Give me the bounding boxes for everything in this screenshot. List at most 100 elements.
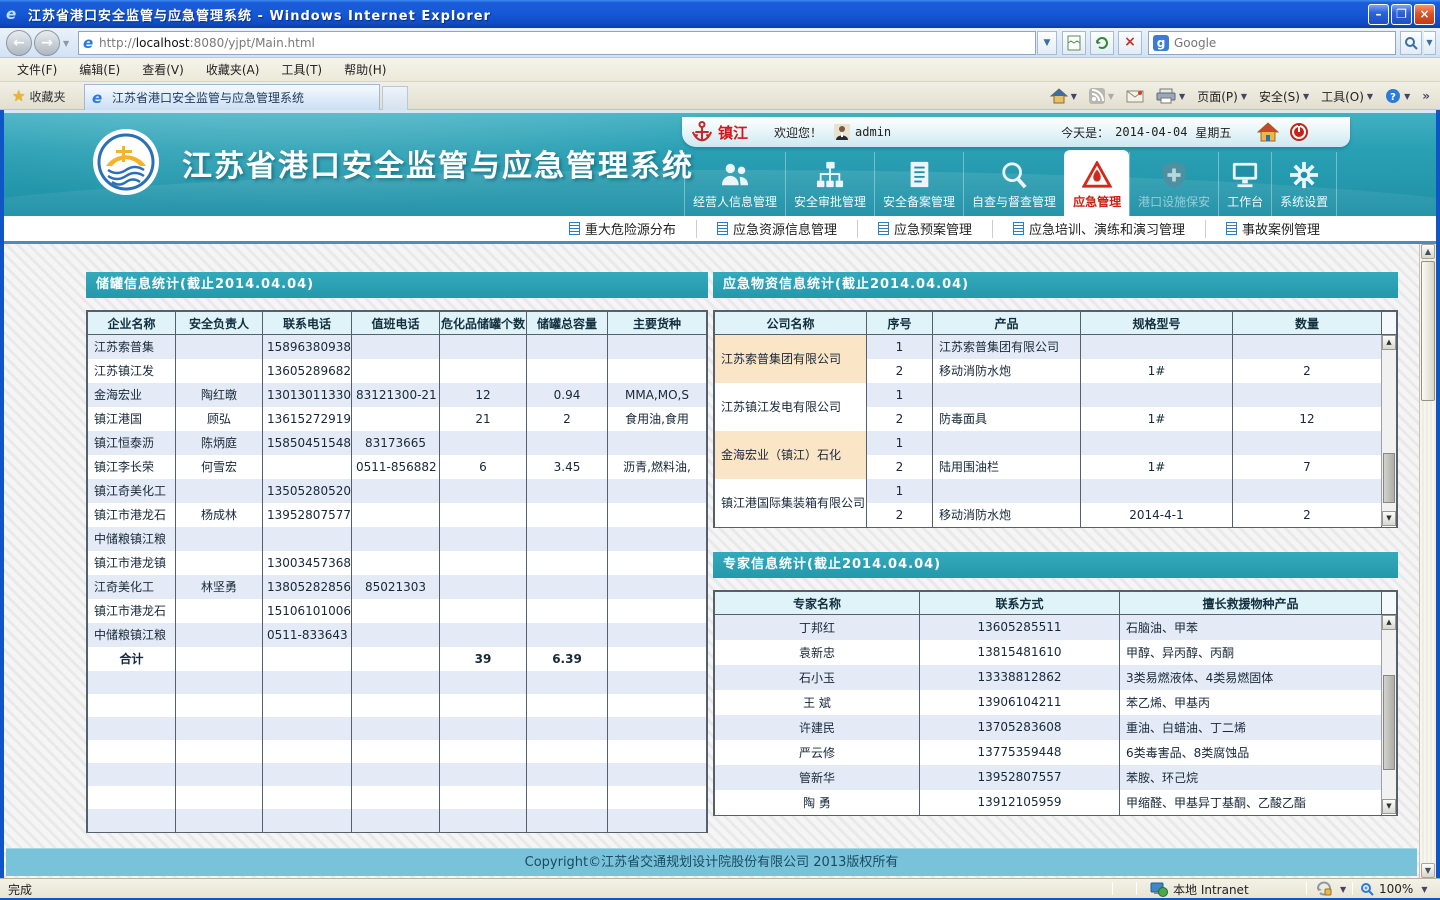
empty-row — [88, 717, 707, 740]
cell — [608, 503, 707, 527]
home-dropdown[interactable]: ▼ — [1071, 92, 1077, 101]
experts-scrollbar[interactable]: ▲ ▼ — [1381, 615, 1396, 814]
address-input[interactable]: e http://localhost:8080/yjpt/Main.html — [78, 31, 1036, 55]
scroll-down-button[interactable]: ▼ — [1382, 799, 1396, 814]
nav-system-settings[interactable]: 系统设置 — [1271, 152, 1337, 216]
recent-pages-dropdown[interactable]: ▼ — [63, 39, 69, 48]
spec-cell — [1081, 479, 1233, 503]
cell — [608, 694, 707, 717]
scroll-thumb[interactable] — [1421, 261, 1435, 401]
favorites-button[interactable]: ★ 收藏夹 — [6, 85, 71, 107]
cell — [352, 407, 440, 431]
subnav-accident-cases[interactable]: 事故案例管理 — [1205, 220, 1340, 238]
subnav-emergency-plans[interactable]: 应急预案管理 — [857, 220, 992, 238]
home-button[interactable]: ▼ — [1046, 86, 1081, 106]
compatibility-view-button[interactable] — [1062, 31, 1086, 55]
search-box[interactable]: g — [1148, 31, 1396, 55]
col-header: 值班电话 — [352, 312, 440, 335]
tools-menu[interactable]: 工具(O)▼ — [1317, 86, 1377, 107]
protected-mode-icon — [1316, 881, 1332, 897]
stop-button[interactable]: × — [1118, 31, 1142, 55]
safety-menu[interactable]: 安全(S)▼ — [1255, 86, 1313, 107]
tank-row: 镇江李长荣何雪宏0511-85688263.45沥青,燃料油, — [88, 455, 707, 479]
subnav-hazard-distribution[interactable]: 重大危险源分布 — [549, 220, 696, 238]
feeds-button[interactable]: ▼ — [1085, 86, 1118, 106]
nav-port-facility-security[interactable]: 港口设施保安 — [1129, 152, 1218, 216]
help-dropdown[interactable]: ▼ — [1404, 92, 1410, 101]
nav-operator-info[interactable]: 经营人信息管理 — [684, 152, 785, 216]
back-button[interactable]: ← — [6, 30, 32, 56]
page-scrollbar[interactable]: ▲ ▼ — [1419, 244, 1436, 878]
supplies-scrollbar[interactable]: ▲ ▼ — [1381, 335, 1396, 526]
menu-favorites[interactable]: 收藏夹(A) — [195, 58, 271, 81]
zoom-control[interactable]: 100% ▼ — [1360, 879, 1427, 899]
cell: 13605289682 — [263, 359, 352, 383]
expert-row: 严云修137753594486类毒害品、8类腐蚀品 — [715, 740, 1397, 765]
cell — [176, 623, 263, 647]
scroll-down-button[interactable]: ▼ — [1421, 863, 1435, 878]
scroll-up-button[interactable]: ▲ — [1421, 244, 1435, 259]
protected-mode-button[interactable]: ▼ — [1316, 879, 1346, 899]
print-button[interactable]: ▼ — [1152, 86, 1189, 106]
close-button[interactable]: × — [1414, 4, 1435, 25]
magnifier-icon — [999, 161, 1029, 189]
scroll-thumb[interactable] — [1383, 453, 1395, 503]
menu-help[interactable]: 帮助(H) — [333, 58, 397, 81]
tab-favicon-icon: e — [92, 90, 108, 106]
qty-cell: 2 — [1233, 503, 1382, 527]
subnav-training-drills[interactable]: 应急培训、演练和演习管理 — [992, 220, 1205, 238]
scroll-up-button[interactable]: ▲ — [1382, 615, 1396, 630]
search-options-dropdown[interactable]: ▼ — [1424, 31, 1436, 55]
print-dropdown[interactable]: ▼ — [1179, 92, 1185, 101]
username: admin — [855, 125, 891, 139]
product-cell: 移动消防水炮 — [933, 359, 1081, 383]
qty-cell: 7 — [1233, 455, 1382, 479]
nav-emergency-management[interactable]: 应急管理 — [1064, 150, 1129, 216]
supplies-title: 应急物资信息统计(截止2014.04.04) — [713, 272, 1398, 298]
scroll-down-button[interactable]: ▼ — [1382, 511, 1396, 526]
menu-view[interactable]: 查看(V) — [131, 58, 195, 81]
nav-workbench[interactable]: 工作台 — [1218, 152, 1271, 216]
minimize-button[interactable]: – — [1368, 4, 1389, 25]
home-portal-icon[interactable] — [1257, 122, 1279, 142]
page-menu[interactable]: 页面(P)▼ — [1193, 86, 1251, 107]
nav-self-inspection[interactable]: 自查与督查管理 — [963, 152, 1064, 216]
tab-active[interactable]: e 江苏省港口安全监管与应急管理系统 — [84, 84, 380, 110]
tank-table: 企业名称 安全负责人 联系电话 值班电话 危化品储罐个数 储罐总容量 主要货种 … — [87, 311, 707, 832]
scroll-thumb[interactable] — [1383, 675, 1395, 770]
restore-button[interactable]: ❐ — [1391, 4, 1412, 25]
subnav-emergency-resources[interactable]: 应急资源信息管理 — [696, 220, 857, 238]
new-tab-button[interactable] — [382, 86, 408, 110]
more-commands-chevron[interactable]: » — [1418, 87, 1434, 105]
cell: 顾弘 — [176, 407, 263, 431]
cell — [527, 623, 608, 647]
menu-file[interactable]: 文件(F) — [6, 58, 68, 81]
feeds-dropdown[interactable]: ▼ — [1108, 92, 1114, 101]
forward-button[interactable]: → — [34, 30, 60, 56]
cell: 0.94 — [527, 383, 608, 407]
menu-tools[interactable]: 工具(T) — [270, 58, 333, 81]
cell — [352, 694, 440, 717]
help-button[interactable]: ? ▼ — [1381, 86, 1414, 106]
address-dropdown[interactable]: ▼ — [1037, 31, 1057, 55]
scroll-up-button[interactable]: ▲ — [1382, 335, 1396, 350]
cell — [440, 740, 527, 763]
address-toolbar: ← → ▼ e http://localhost:8080/yjpt/Main.… — [0, 28, 1440, 58]
expert-name-cell: 陶 勇 — [715, 790, 920, 815]
search-input[interactable] — [1174, 36, 1374, 50]
cell — [176, 599, 263, 623]
cell — [440, 694, 527, 717]
nav-safety-record[interactable]: 安全备案管理 — [874, 152, 963, 216]
menu-edit[interactable]: 编辑(E) — [68, 58, 131, 81]
logout-power-icon[interactable] — [1289, 122, 1309, 142]
nav-safety-approval[interactable]: 安全审批管理 — [785, 152, 874, 216]
mail-button[interactable] — [1122, 88, 1148, 105]
search-button[interactable] — [1400, 31, 1422, 55]
cell — [527, 786, 608, 809]
cell — [440, 359, 527, 383]
refresh-button[interactable] — [1090, 31, 1114, 55]
cell — [352, 717, 440, 740]
doc-icon — [1013, 222, 1024, 235]
cell: 13805282856 — [263, 575, 352, 599]
tank-row: 金海宏业陶红暾1301301133083121300-21120.94MMA,M… — [88, 383, 707, 407]
